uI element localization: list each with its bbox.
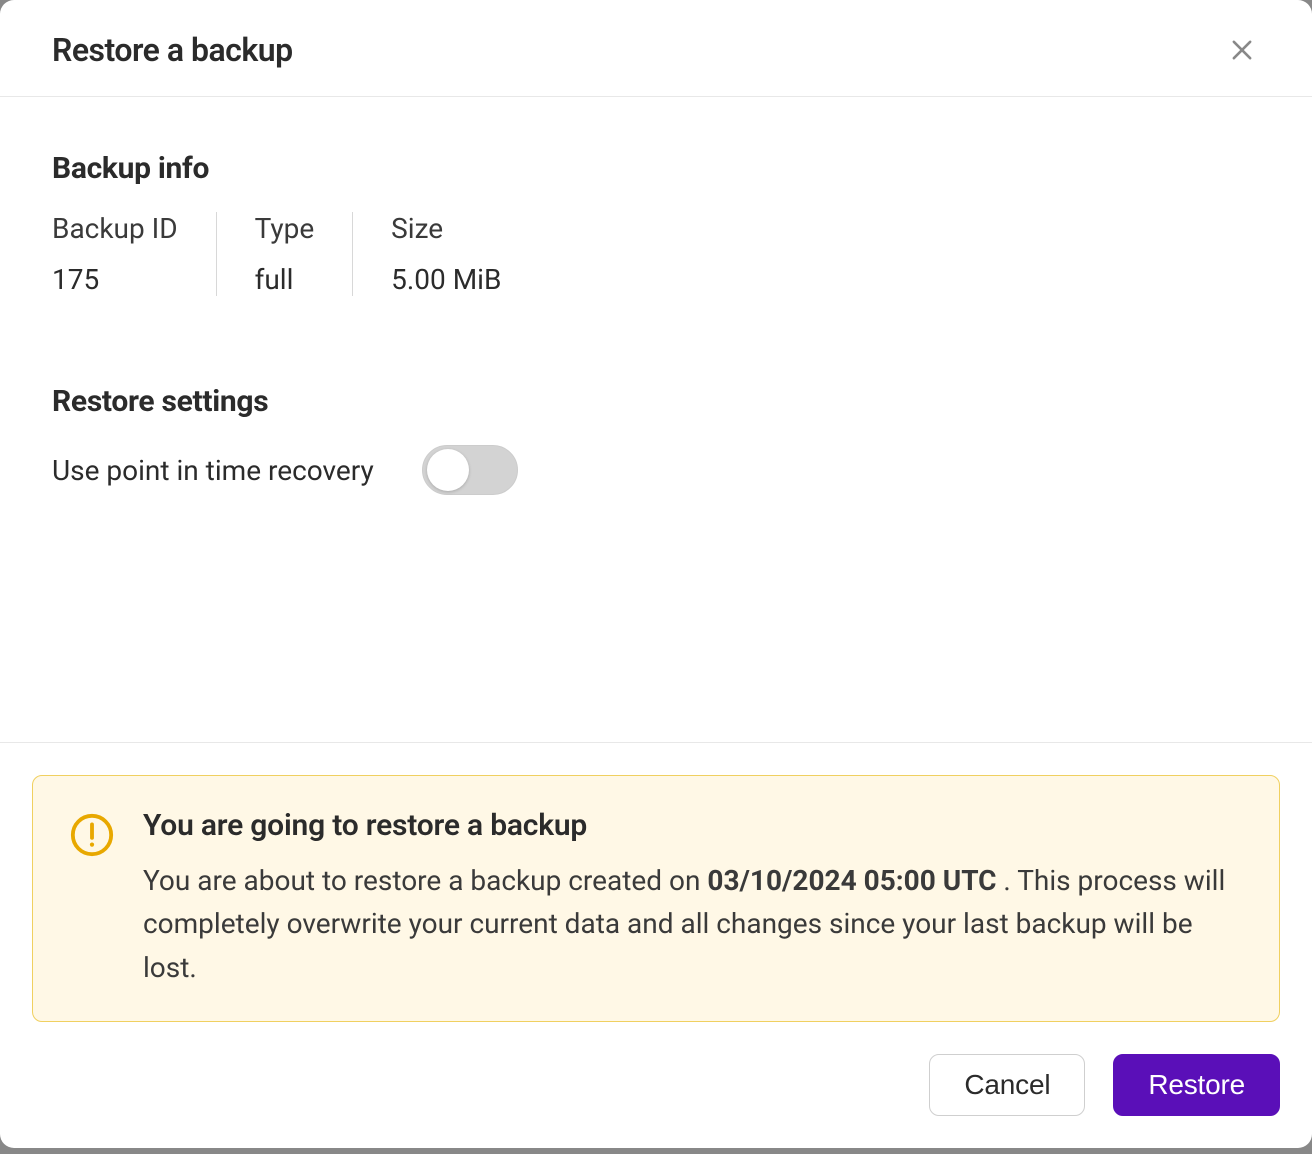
warning-icon bbox=[69, 812, 115, 858]
backup-info-row: Backup ID 175 Type full Size 5.00 MiB bbox=[52, 212, 1260, 296]
backup-id-label: Backup ID bbox=[52, 212, 178, 245]
alert-text: You are about to restore a backup create… bbox=[143, 859, 1243, 989]
alert-backup-date: 03/10/2024 05:00 UTC bbox=[707, 864, 996, 897]
pitr-setting-row: Use point in time recovery bbox=[52, 445, 1260, 495]
close-icon bbox=[1228, 36, 1256, 64]
backup-size-cell: Size 5.00 MiB bbox=[352, 212, 539, 296]
backup-size-value: 5.00 MiB bbox=[391, 263, 501, 296]
restore-button[interactable]: Restore bbox=[1113, 1054, 1280, 1116]
modal-title: Restore a backup bbox=[52, 31, 293, 69]
backup-id-value: 175 bbox=[52, 263, 178, 296]
alert-content: You are going to restore a backup You ar… bbox=[143, 808, 1243, 989]
modal-body: Backup info Backup ID 175 Type full Size… bbox=[0, 97, 1312, 742]
backup-type-cell: Type full bbox=[216, 212, 353, 296]
alert-text-prefix: You are about to restore a backup create… bbox=[143, 864, 707, 897]
backup-size-label: Size bbox=[391, 212, 501, 245]
close-button[interactable] bbox=[1220, 28, 1264, 72]
pitr-toggle[interactable] bbox=[422, 445, 518, 495]
backup-type-label: Type bbox=[255, 212, 315, 245]
modal-footer: You are going to restore a backup You ar… bbox=[0, 742, 1312, 1148]
restore-backup-modal: Restore a backup Backup info Backup ID 1… bbox=[0, 0, 1312, 1148]
modal-header: Restore a backup bbox=[0, 0, 1312, 97]
backup-info-heading: Backup info bbox=[52, 151, 1260, 186]
cancel-button[interactable]: Cancel bbox=[929, 1054, 1085, 1116]
backup-type-value: full bbox=[255, 263, 315, 296]
pitr-label: Use point in time recovery bbox=[52, 454, 374, 487]
button-row: Cancel Restore bbox=[32, 1054, 1280, 1116]
warning-alert: You are going to restore a backup You ar… bbox=[32, 775, 1280, 1022]
restore-settings-heading: Restore settings bbox=[52, 384, 1260, 419]
backup-id-cell: Backup ID 175 bbox=[52, 212, 216, 296]
alert-title: You are going to restore a backup bbox=[143, 808, 1243, 843]
toggle-knob bbox=[427, 449, 469, 491]
